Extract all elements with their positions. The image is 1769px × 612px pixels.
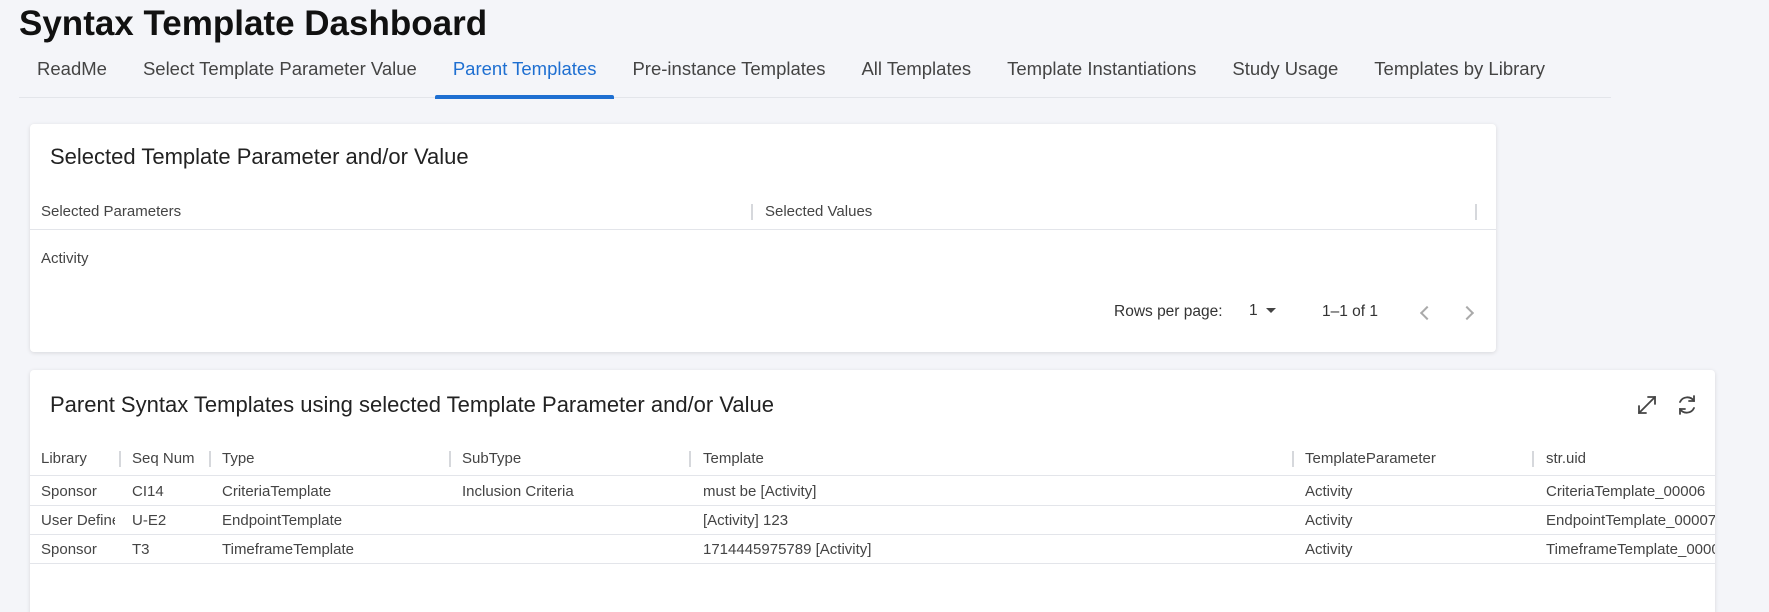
expand-icon[interactable] bbox=[1634, 392, 1660, 418]
tab-readme[interactable]: ReadMe bbox=[19, 52, 125, 98]
selected-parameter-card: Selected Template Parameter and/or Value… bbox=[30, 124, 1496, 352]
column-header-library[interactable]: Library bbox=[41, 450, 87, 467]
column-header-str-uid[interactable]: str.uid bbox=[1546, 450, 1586, 467]
rows-per-page-value: 1 bbox=[1249, 302, 1258, 319]
column-header-type[interactable]: Type bbox=[222, 450, 255, 467]
tab-select-template-parameter-value[interactable]: Select Template Parameter Value bbox=[125, 52, 435, 98]
column-resize-handle[interactable] bbox=[689, 451, 691, 467]
cell-seq-num: U-E2 bbox=[132, 512, 167, 529]
parent-templates-card-title: Parent Syntax Templates using selected T… bbox=[50, 392, 774, 417]
column-header-template-parameter[interactable]: TemplateParameter bbox=[1305, 450, 1436, 467]
cell-str-uid: CriteriaTemplate_00006 bbox=[1546, 483, 1706, 500]
rows-per-page-label: Rows per page: bbox=[1114, 303, 1223, 320]
parent-templates-card: Parent Syntax Templates using selected T… bbox=[30, 370, 1715, 612]
tab-study-usage[interactable]: Study Usage bbox=[1214, 52, 1356, 98]
cell-seq-num: CI14 bbox=[132, 483, 164, 500]
cell-template-parameter: Activity bbox=[1305, 483, 1353, 500]
cell-str-uid: TimeframeTemplate_00008 bbox=[1546, 541, 1715, 558]
column-resize-handle[interactable] bbox=[209, 451, 211, 467]
column-header-subtype[interactable]: SubType bbox=[462, 450, 521, 467]
cell-type: TimeframeTemplate bbox=[222, 541, 354, 558]
cell-template: [Activity] 123 bbox=[703, 512, 789, 529]
rows-per-page-select[interactable]: 1 bbox=[1249, 302, 1276, 320]
table-row[interactable]: Sponsor T3 TimeframeTemplate 17144459757… bbox=[30, 535, 1715, 564]
selected-parameter-card-title: Selected Template Parameter and/or Value bbox=[50, 144, 469, 169]
tab-bar: ReadMe Select Template Parameter Value P… bbox=[19, 52, 1611, 99]
cell-library: Sponsor bbox=[41, 541, 97, 558]
pagination-range: 1–1 of 1 bbox=[1322, 303, 1379, 320]
cell-library: Sponsor bbox=[41, 483, 97, 500]
column-header-selected-values[interactable]: Selected Values bbox=[765, 203, 872, 220]
page-title: Syntax Template Dashboard bbox=[19, 4, 488, 43]
column-header-template[interactable]: Template bbox=[703, 450, 764, 467]
tab-parent-templates[interactable]: Parent Templates bbox=[434, 52, 615, 99]
parent-table-header: Library Seq Num Type SubType Template Te… bbox=[30, 438, 1715, 476]
tab-all-templates[interactable]: All Templates bbox=[843, 52, 989, 98]
column-resize-handle[interactable] bbox=[449, 451, 451, 467]
previous-page-icon[interactable] bbox=[1419, 305, 1435, 321]
selected-table-header: Selected Parameters Selected Values bbox=[30, 174, 1496, 230]
table-row[interactable]: Sponsor CI14 CriteriaTemplate Inclusion … bbox=[30, 477, 1715, 506]
column-header-selected-parameters[interactable]: Selected Parameters bbox=[41, 203, 181, 220]
tab-template-instantiations[interactable]: Template Instantiations bbox=[989, 52, 1214, 98]
next-page-icon[interactable] bbox=[1459, 305, 1475, 321]
selected-parameter-cell: Activity bbox=[41, 250, 89, 267]
cell-type: CriteriaTemplate bbox=[222, 483, 332, 500]
caret-down-icon bbox=[1265, 308, 1276, 314]
refresh-icon[interactable] bbox=[1674, 392, 1700, 418]
cell-template: 1714445975789 [Activity] bbox=[703, 541, 872, 558]
column-resize-handle[interactable] bbox=[119, 451, 121, 467]
cell-library: User Defined bbox=[41, 512, 115, 529]
cell-template: must be [Activity] bbox=[703, 483, 817, 500]
tab-templates-by-library[interactable]: Templates by Library bbox=[1356, 52, 1563, 98]
cell-subtype: Inclusion Criteria bbox=[462, 483, 574, 500]
cell-template-parameter: Activity bbox=[1305, 512, 1353, 529]
column-resize-handle[interactable] bbox=[1532, 451, 1534, 467]
table-row[interactable]: User Defined U-E2 EndpointTemplate [Acti… bbox=[30, 506, 1715, 535]
cell-template-parameter: Activity bbox=[1305, 541, 1353, 558]
cell-type: EndpointTemplate bbox=[222, 512, 343, 529]
cell-seq-num: T3 bbox=[132, 541, 150, 558]
column-resize-handle[interactable] bbox=[1292, 451, 1294, 467]
column-resize-handle[interactable] bbox=[1475, 204, 1477, 220]
tab-pre-instance-templates[interactable]: Pre-instance Templates bbox=[614, 52, 843, 98]
column-header-seq-num[interactable]: Seq Num bbox=[132, 450, 195, 467]
column-resize-handle[interactable] bbox=[751, 204, 753, 220]
cell-str-uid: EndpointTemplate_00007 bbox=[1546, 512, 1715, 529]
